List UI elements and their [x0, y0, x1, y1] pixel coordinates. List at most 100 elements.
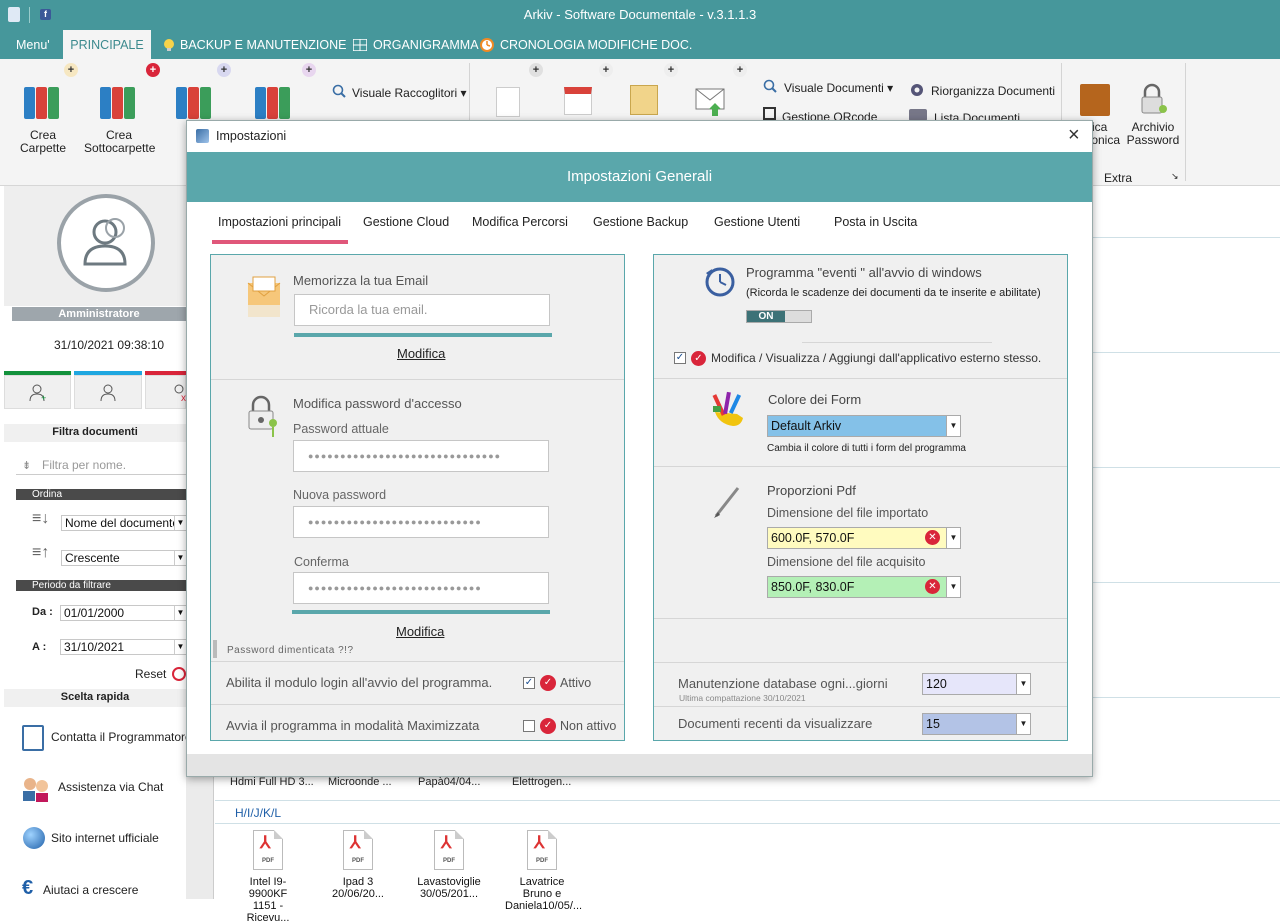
password-modify-button[interactable]: Modifica — [396, 624, 444, 639]
plus-icon: + — [146, 63, 160, 77]
close-button[interactable]: × — [1068, 124, 1080, 147]
plus-icon: + — [64, 63, 78, 77]
confirm-password-input[interactable]: ●●●●●●●●●●●●●●●●●●●●●●●●●●● — [293, 572, 549, 604]
forgot-password-link[interactable]: Password dimenticata ?!? — [227, 645, 354, 656]
date-to-picker[interactable]: 31/10/2021 ▼ — [60, 639, 187, 655]
plus-icon: + — [529, 63, 543, 77]
clear-icon[interactable]: ✕ — [925, 530, 940, 545]
plus-icon: + — [664, 63, 678, 77]
menu-button[interactable]: Menu' — [16, 30, 50, 59]
mail-send-icon[interactable] — [695, 85, 727, 117]
reset-icon[interactable] — [172, 667, 186, 681]
section-heading: H/I/J/K/L — [235, 806, 282, 820]
binder-icon — [176, 87, 187, 119]
login-module-checkbox[interactable]: ✓ — [523, 677, 535, 689]
maintenance-days-select[interactable]: 120 ▼ — [922, 673, 1031, 695]
document-item[interactable]: ⅄ PDF Lavatrice Bruno e Daniela10/05/... — [505, 830, 582, 912]
add-user-button[interactable]: + — [4, 375, 71, 409]
contatta-programmatore-link[interactable]: Contatta il Programmatore — [51, 730, 186, 744]
aiutaci-crescere-link[interactable]: Aiutaci a crescere — [43, 883, 138, 897]
new-password-input[interactable]: ●●●●●●●●●●●●●●●●●●●●●●●●●●● — [293, 506, 549, 538]
crea-sottocarpette-button[interactable]: Crea Sottocarpette — [84, 129, 155, 155]
org-chart-icon — [352, 38, 368, 52]
acquired-size-input[interactable]: 850.0F, 830.0F ✕ ▼ — [767, 576, 961, 598]
acquired-size-label: Dimensione del file acquisito — [767, 555, 926, 569]
document-label[interactable]: Papà04/04... — [418, 776, 480, 788]
password-section-title: Modifica password d'accesso — [293, 396, 462, 411]
filter-input[interactable]: Filtra per nome. — [42, 458, 126, 472]
document-label[interactable]: Microonde ... — [328, 776, 392, 788]
email-input[interactable]: Ricorda la tua email. — [294, 294, 550, 326]
events-toggle[interactable]: ON — [746, 310, 812, 323]
sort-direction-icon: ≡↑ — [32, 544, 50, 561]
archivio-password-button[interactable]: Archivio Password — [1124, 121, 1182, 147]
dialog-footer — [187, 754, 1092, 776]
sort-field-select[interactable]: Nome del documento ▼ — [61, 515, 187, 531]
tab-modifica-percorsi[interactable]: Modifica Percorsi — [472, 215, 568, 229]
email-section-title: Memorizza la tua Email — [293, 273, 429, 288]
lightbulb-icon — [162, 38, 176, 52]
recent-docs-label: Documenti recenti da visualizzare — [678, 716, 873, 731]
search-icon — [763, 79, 777, 93]
visuale-documenti-button[interactable]: Visuale Documenti ▾ — [784, 81, 893, 95]
visuale-raccoglitori-button[interactable]: Visuale Raccoglitori ▾ — [352, 86, 467, 100]
password-lock-icon[interactable] — [1137, 83, 1169, 117]
delete-user-button[interactable]: x — [145, 375, 186, 409]
date-from-picker[interactable]: 01/01/2000 ▼ — [60, 605, 187, 621]
form-color-title: Colore dei Form — [768, 392, 862, 407]
document-item[interactable]: ⅄ PDF Ipad 3 20/06/20... — [323, 830, 393, 900]
sito-internet-link[interactable]: Sito internet ufficiale — [51, 831, 159, 845]
document-item[interactable]: ⅄ PDF Intel I9-9900KF 1151 - Ricevu... — [233, 830, 303, 924]
binder-icon — [255, 87, 266, 119]
assistenza-chat-link[interactable]: Assistenza via Chat — [58, 780, 163, 794]
confirm-password-label: Conferma — [294, 555, 349, 569]
sidebar: Amministratore 31/10/2021 09:38:10 + x F… — [0, 186, 187, 899]
form-color-select[interactable]: Default Arkiv ▼ — [767, 415, 961, 437]
email-modify-button[interactable]: Modifica — [397, 346, 445, 361]
imported-size-input[interactable]: 600.0F, 570.0F ✕ ▼ — [767, 527, 961, 549]
external-app-label: Modifica / Visualizza / Aggiungi dall'ap… — [711, 351, 1042, 365]
address-book-icon[interactable] — [1080, 84, 1110, 116]
recent-docs-select[interactable]: 15 ▼ — [922, 713, 1031, 735]
crea-carpette-button[interactable]: Crea Carpette — [12, 129, 74, 155]
current-password-input[interactable]: ●●●●●●●●●●●●●●●●●●●●●●●●●●●●●● — [293, 440, 549, 472]
tab-cronologia[interactable]: CRONOLOGIA MODIFICHE DOC. — [500, 30, 692, 59]
lock-icon — [245, 395, 283, 445]
maintenance-sub: Ultima compattazione 30/10/2021 — [679, 693, 806, 703]
sort-direction-select[interactable]: Crescente ▼ — [61, 550, 187, 566]
tab-backup[interactable]: BACKUP E MANUTENZIONE — [180, 30, 346, 59]
document-item[interactable]: ⅄ PDF Lavastoviglie 30/05/201... — [414, 830, 484, 900]
tab-posta-uscita[interactable]: Posta in Uscita — [834, 215, 917, 229]
reset-button[interactable]: Reset — [135, 667, 166, 681]
left-settings-panel: Memorizza la tua Email Ricorda la tua em… — [210, 254, 625, 741]
maximized-checkbox[interactable] — [523, 720, 535, 732]
tab-gestione-backup[interactable]: Gestione Backup — [593, 215, 688, 229]
copy-documents-icon[interactable] — [630, 85, 658, 115]
group-expand-icon[interactable]: ↘ — [1171, 171, 1179, 182]
document-icon[interactable] — [496, 87, 520, 117]
tab-gestione-utenti[interactable]: Gestione Utenti — [714, 215, 800, 229]
email-icon — [247, 275, 281, 323]
filter-heading: Filtra documenti — [4, 424, 186, 442]
tab-gestione-cloud[interactable]: Gestione Cloud — [363, 215, 449, 229]
right-settings-panel: Programma "eventi " all'avvio di windows… — [653, 254, 1068, 741]
status-check-icon: ✓ — [540, 675, 556, 691]
clear-icon[interactable]: ✕ — [925, 579, 940, 594]
document-label[interactable]: Hdmi Full HD 3... — [230, 776, 314, 788]
calendar-icon[interactable] — [564, 87, 592, 115]
tab-impostazioni-principali[interactable]: Impostazioni principali — [218, 215, 341, 229]
binder-icon — [100, 87, 111, 119]
edit-user-button[interactable] — [74, 375, 142, 409]
document-label[interactable]: Elettrogen... — [512, 776, 571, 788]
external-app-checkbox[interactable]: ✓ — [674, 352, 686, 364]
quick-heading: Scelta rapida — [4, 689, 186, 707]
window-title: Arkiv - Software Documentale - v.3.1.1.3 — [523, 7, 757, 22]
qrcode-icon — [763, 107, 776, 120]
tab-principale[interactable]: PRINCIPALE — [63, 30, 151, 59]
tab-organigramma[interactable]: ORGANIGRAMMA — [373, 30, 479, 59]
riorganizza-documenti-button[interactable]: Riorganizza Documenti — [931, 84, 1055, 98]
svg-text:+: + — [41, 393, 46, 403]
avatar[interactable] — [57, 194, 155, 292]
title-bar: f Arkiv - Software Documentale - v.3.1.1… — [0, 0, 1280, 30]
datetime: 31/10/2021 09:38:10 — [54, 338, 165, 352]
